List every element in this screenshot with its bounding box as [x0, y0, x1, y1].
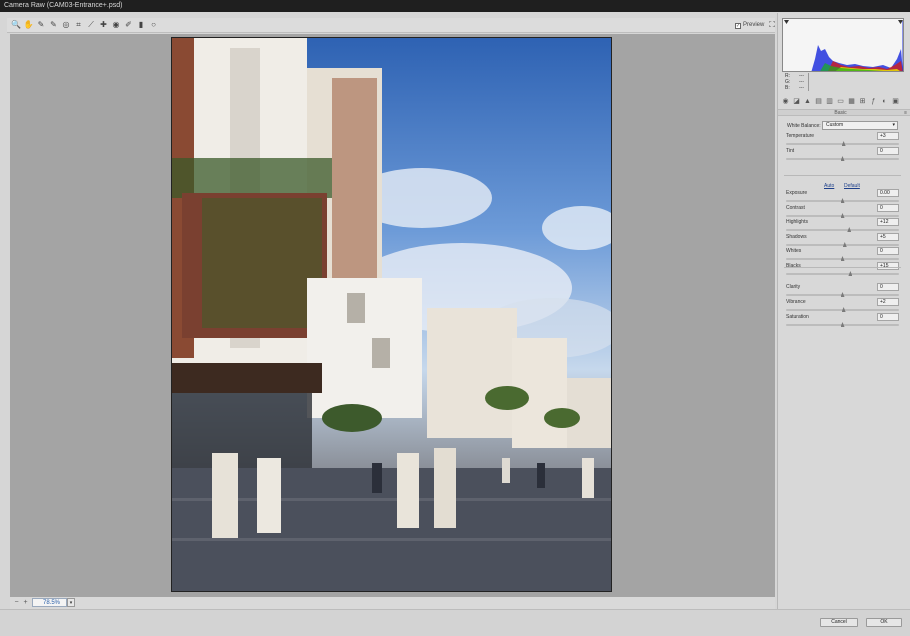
slider-label: Shadows [786, 234, 807, 240]
slider-label: Tint [786, 148, 795, 154]
settings-tab-icon[interactable]: ▣ [891, 97, 900, 106]
targeted-adjustment-tool-icon[interactable]: ◎ [61, 20, 71, 30]
zoom-level-field[interactable]: 78.5% [32, 598, 67, 607]
slider-tint: Tint 0 [786, 147, 899, 162]
slider-label: Whites [786, 248, 802, 254]
divider [784, 267, 901, 268]
slider-value-field[interactable]: +3 [877, 132, 899, 140]
camera-calibration-tab-icon[interactable]: ⊞ [858, 97, 867, 106]
ok-button[interactable]: OK [866, 618, 902, 627]
slider-shadows: Shadows +5 [786, 233, 899, 248]
slider-value-field[interactable]: 0 [877, 247, 899, 255]
slider-track[interactable] [786, 273, 899, 275]
slider-highlights: Highlights +12 [786, 218, 899, 233]
white-balance-value: Custom [826, 122, 844, 128]
histogram-graph [784, 20, 903, 71]
zoom-tool-icon[interactable]: 🔍 [11, 20, 21, 30]
window-title: Camera Raw (CAM03-Entrance+.psd) [4, 2, 123, 9]
slider-clarity: Clarity 0 [786, 283, 899, 298]
rgb-divider [808, 73, 809, 91]
spot-removal-tool-icon[interactable]: ✚ [99, 20, 109, 30]
slider-label: Clarity [786, 284, 801, 290]
slider-label: Contrast [786, 205, 805, 211]
slider-value-field[interactable]: 0 [877, 147, 899, 155]
section-title: Basic [834, 110, 847, 116]
zoom-out-icon[interactable]: − [13, 599, 20, 606]
slider-value-field[interactable]: +12 [877, 218, 899, 226]
default-link[interactable]: Default [844, 183, 860, 190]
crop-tool-icon[interactable]: ⌗ [74, 20, 84, 30]
title-bar: Camera Raw (CAM03-Entrance+.psd) [0, 0, 910, 12]
white-balance-label: White Balance: [787, 123, 821, 129]
lens-corrections-tab-icon[interactable]: ▭ [836, 97, 845, 106]
snapshots-tab-icon[interactable]: ◐ [880, 97, 889, 106]
white-balance-tool-icon[interactable]: ✎ [36, 20, 46, 30]
slider-value-field[interactable]: +5 [877, 233, 899, 241]
slider-label: Exposure [786, 190, 808, 196]
preview-label: Preview [743, 22, 765, 28]
slider-track[interactable] [786, 229, 899, 231]
divider [784, 175, 901, 176]
preview-checkbox[interactable]: ✓ [735, 23, 741, 29]
red-eye-tool-icon[interactable]: ◉ [111, 20, 121, 30]
slider-whites: Whites 0 [786, 247, 899, 262]
b-value: --- [799, 85, 804, 91]
cancel-button[interactable]: Cancel [820, 618, 858, 627]
slider-label: Vibrance [786, 299, 806, 305]
bottom-bar: Cancel OK [0, 609, 910, 636]
color-sampler-tool-icon[interactable]: ✎ [49, 20, 59, 30]
zoom-in-icon[interactable]: + [22, 599, 29, 606]
split-toning-tab-icon[interactable]: ▥ [825, 97, 834, 106]
slider-track[interactable] [786, 244, 899, 246]
slider-label: Saturation [786, 314, 809, 320]
adjustment-brush-icon[interactable]: ✐ [124, 20, 134, 30]
fullscreen-icon[interactable]: ⛶ [767, 20, 777, 30]
zoom-dropdown-icon[interactable]: ▾ [67, 598, 75, 607]
hsl-tab-icon[interactable]: ▤ [814, 97, 823, 106]
hand-tool-icon[interactable]: ✋ [24, 20, 34, 30]
straighten-tool-icon[interactable]: ⟋ [86, 20, 96, 30]
graduated-filter-icon[interactable]: ▮ [136, 20, 146, 30]
b-label: B: [785, 85, 790, 91]
panel-tabs: ◉ ◪ ▲ ▤ ▥ ▭ ▦ ⊞ ƒ ◐ ▣ [778, 97, 910, 107]
slider-value-field[interactable]: 0.00 [877, 189, 899, 197]
presets-tab-icon[interactable]: ƒ [869, 97, 878, 106]
image-canvas[interactable] [10, 34, 775, 597]
slider-value-field[interactable]: +2 [877, 298, 899, 306]
slider-value-field[interactable]: 0 [877, 283, 899, 291]
white-balance-select[interactable]: Custom ▾ [822, 121, 898, 130]
slider-contrast: Contrast 0 [786, 204, 899, 219]
slider-saturation: Saturation 0 [786, 313, 899, 328]
panel-menu-icon[interactable]: ≡ [904, 110, 907, 116]
shadow-clipping-icon[interactable] [784, 20, 789, 24]
basic-tab-icon[interactable]: ◉ [781, 97, 790, 106]
slider-blacks: Blacks +15 [786, 262, 899, 277]
preview-toggle[interactable]: ✓ Preview [735, 20, 764, 30]
adjustment-panel: R: --- G: --- B: --- ◉ ◪ ▲ ▤ ▥ ▭ ▦ ⊞ ƒ ◐ ▣ … [777, 13, 910, 609]
slider-exposure: Exposure 0.00 [786, 189, 899, 204]
slider-label: Temperature [786, 133, 815, 139]
chevron-down-icon: ▾ [892, 122, 895, 128]
slider-value-field[interactable]: 0 [877, 204, 899, 212]
detail-tab-icon[interactable]: ▲ [803, 97, 812, 106]
photo-render [172, 38, 611, 591]
effects-tab-icon[interactable]: ▦ [847, 97, 856, 106]
highlight-clipping-icon[interactable] [898, 20, 903, 24]
histogram [782, 18, 904, 72]
slider-temperature: Temperature +3 [786, 132, 899, 147]
zoom-bar: − + 78.5% ▾ [10, 597, 775, 609]
image-preview [171, 37, 612, 592]
slider-value-field[interactable]: 0 [877, 313, 899, 321]
section-header: Basic ≡ [778, 109, 910, 116]
slider-label: Highlights [786, 219, 808, 225]
radial-filter-icon[interactable]: ○ [149, 20, 159, 30]
auto-link[interactable]: Auto [824, 183, 834, 190]
tool-bar: 🔍 ✋ ✎ ✎ ◎ ⌗ ⟋ ✚ ◉ ✐ ▮ ○ ✓ Preview ⛶ [7, 18, 775, 33]
tone-curve-tab-icon[interactable]: ◪ [792, 97, 801, 106]
slider-value-field[interactable]: +15 [877, 262, 899, 270]
slider-vibrance: Vibrance +2 [786, 298, 899, 313]
